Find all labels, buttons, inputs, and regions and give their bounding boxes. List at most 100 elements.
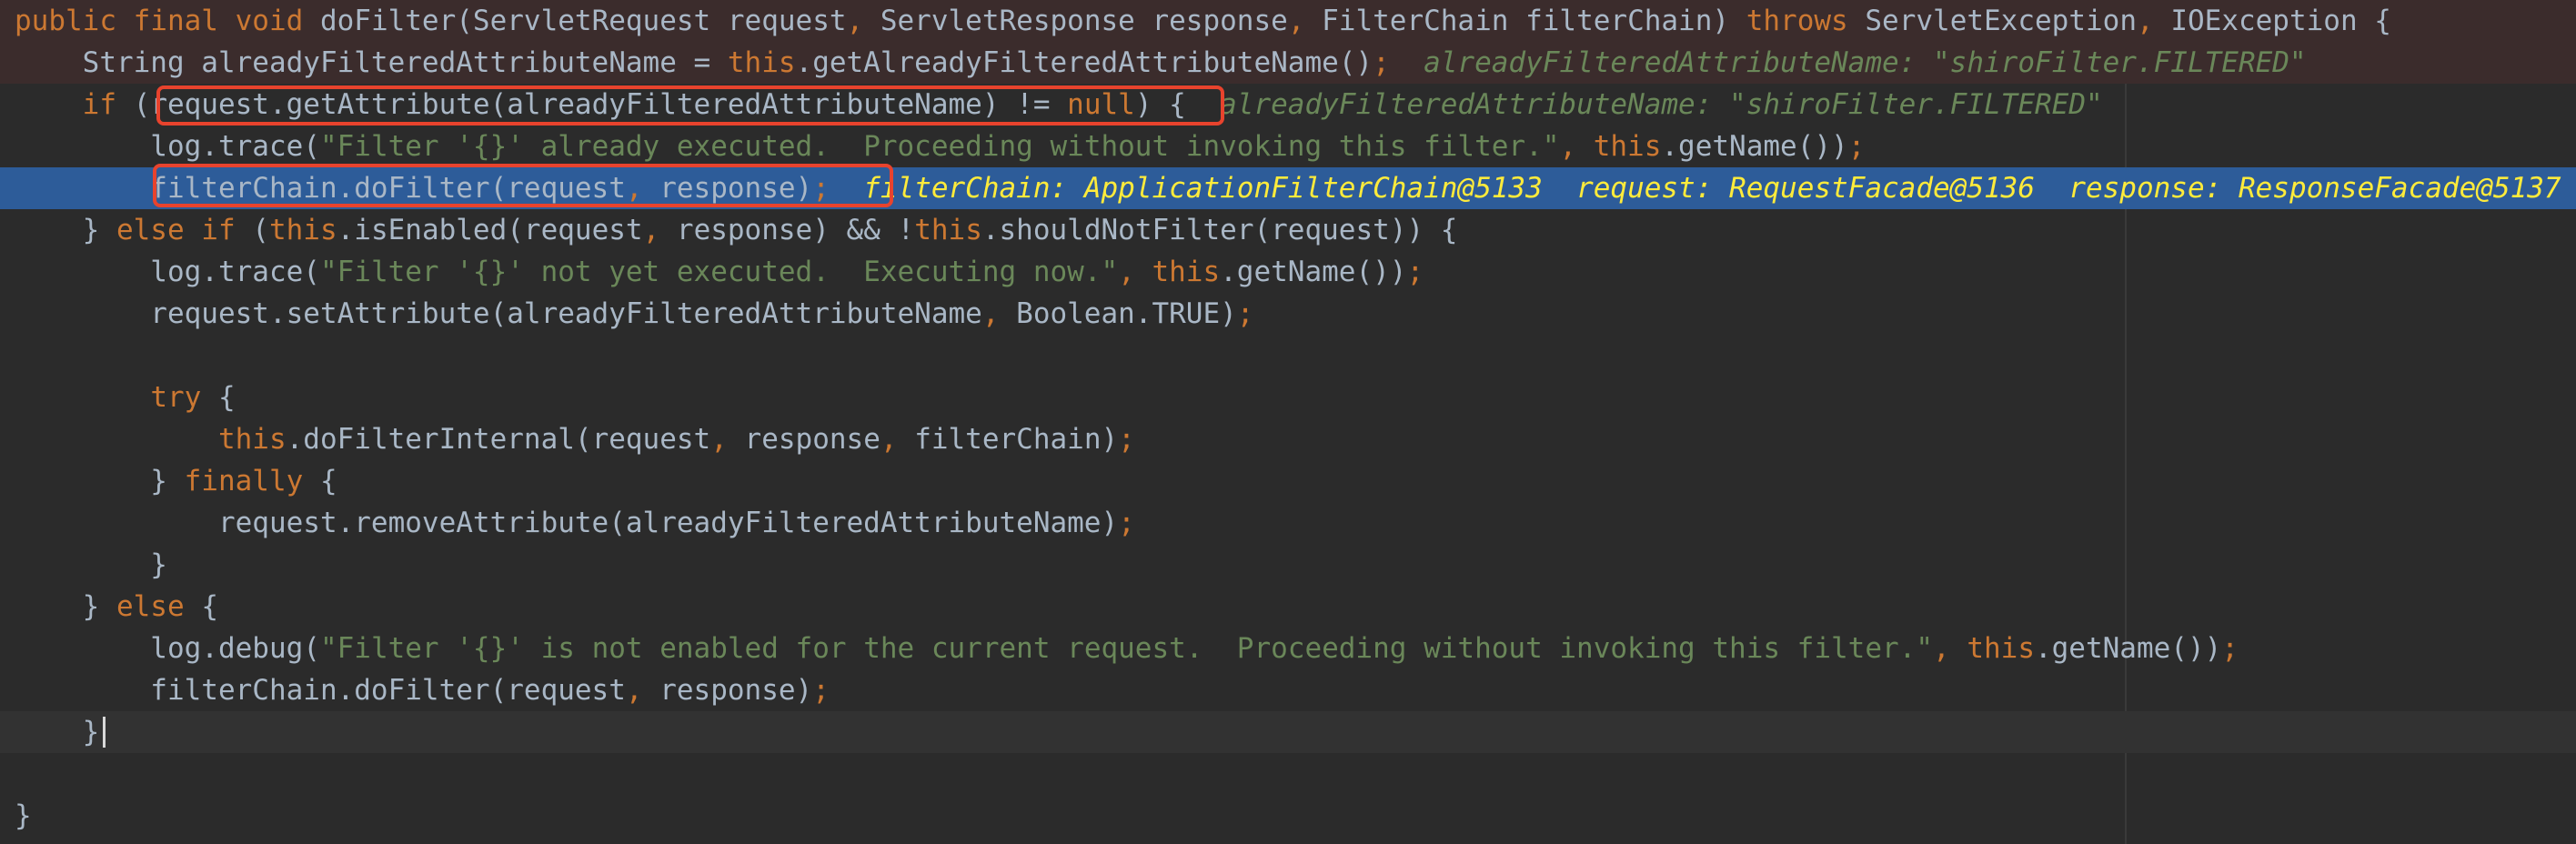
code-text[interactable]: log.trace("Filter '{}' not yet executed.… xyxy=(15,251,1424,293)
code-token: FilterChain filterChain) xyxy=(1322,5,1746,37)
inline-debug-value: alreadyFilteredAttributeName: "shiroFilt… xyxy=(1185,88,2103,121)
code-token: log.trace( xyxy=(15,130,320,163)
code-text[interactable]: String alreadyFilteredAttributeName = th… xyxy=(15,42,2307,84)
inline-debug-value: alreadyFilteredAttributeName: "shiroFilt… xyxy=(1389,46,2307,79)
code-token: , xyxy=(1118,256,1152,288)
code-token: this xyxy=(1593,130,1662,163)
code-token: , xyxy=(2137,5,2171,37)
code-token: , xyxy=(642,214,677,246)
code-token: response) xyxy=(659,674,813,707)
code-text[interactable]: } xyxy=(15,795,32,837)
code-line-execution-point[interactable]: filterChain.doFilter(request, response);… xyxy=(0,167,2576,209)
code-line-finally[interactable]: } finally { xyxy=(0,460,2576,502)
code-text[interactable]: log.debug("Filter '{}' is not enabled fo… xyxy=(15,628,2239,669)
code-token: ; xyxy=(812,674,830,707)
code-text[interactable]: request.setAttribute(alreadyFilteredAttr… xyxy=(15,293,1253,335)
code-line-else[interactable]: } else { xyxy=(0,586,2576,628)
code-text[interactable]: } else { xyxy=(15,586,218,628)
text-cursor xyxy=(103,717,106,748)
code-token: ) { xyxy=(1134,88,1186,121)
code-token: "Filter '{}' is not enabled for the curr… xyxy=(319,632,1933,665)
code-text[interactable]: log.trace("Filter '{}' already executed.… xyxy=(15,126,1865,167)
code-line-try[interactable]: try { xyxy=(0,377,2576,418)
code-token: } xyxy=(15,590,116,623)
code-token: public final void xyxy=(15,5,320,37)
code-editor[interactable]: public final void doFilter(ServletReques… xyxy=(0,0,2576,844)
code-line-if-condition[interactable]: if (request.getAttribute(alreadyFiltered… xyxy=(0,84,2576,126)
code-line-log-trace-2[interactable]: log.trace("Filter '{}' not yet executed.… xyxy=(0,251,2576,293)
code-token: ; xyxy=(812,172,830,205)
code-token: , xyxy=(1559,130,1594,163)
inline-debug-value: filterChain: ApplicationFilterChain@5133… xyxy=(829,172,2561,205)
code-token: response) xyxy=(659,172,813,205)
code-token: try xyxy=(150,381,218,414)
code-line-blank-2[interactable] xyxy=(0,753,2576,795)
code-token: { xyxy=(217,381,236,414)
code-line-log-debug[interactable]: log.debug("Filter '{}' is not enabled fo… xyxy=(0,628,2576,669)
code-token: ; xyxy=(1118,507,1135,539)
code-token: finally xyxy=(184,465,320,497)
code-line-set-attribute[interactable]: request.setAttribute(alreadyFilteredAttr… xyxy=(0,293,2576,335)
code-token: , xyxy=(880,423,915,456)
code-text[interactable]: filterChain.doFilter(request, response);… xyxy=(15,167,2561,209)
code-token: "Filter '{}' already executed. Proceedin… xyxy=(319,130,1560,163)
code-token: } xyxy=(15,214,116,246)
code-text[interactable]: } xyxy=(15,544,167,586)
code-token: throws xyxy=(1746,5,1866,37)
code-token: request.setAttribute(alreadyFilteredAttr… xyxy=(15,297,982,330)
code-line-else-if[interactable]: } else if (this.isEnabled(request, respo… xyxy=(0,209,2576,251)
code-token: log.debug( xyxy=(15,632,320,665)
code-token: , xyxy=(1287,5,1323,37)
code-line-log-trace[interactable]: log.trace("Filter '{}' already executed.… xyxy=(0,126,2576,167)
code-line-remove-attribute[interactable]: request.removeAttribute(alreadyFilteredA… xyxy=(0,502,2576,544)
code-text[interactable]: public final void doFilter(ServletReques… xyxy=(15,0,2391,42)
code-token: , xyxy=(846,5,880,37)
code-line-method-signature[interactable]: public final void doFilter(ServletReques… xyxy=(0,0,2576,42)
code-token: request.removeAttribute(alreadyFilteredA… xyxy=(15,507,1119,539)
code-token: .getName()) xyxy=(1661,130,1848,163)
code-token: null xyxy=(1067,88,1135,121)
code-token: Boolean.TRUE) xyxy=(1016,297,1237,330)
code-token: ( xyxy=(252,214,269,246)
code-token: .getName()) xyxy=(1220,256,1407,288)
code-token: if xyxy=(82,88,134,121)
code-token: ServletException xyxy=(1865,5,2137,37)
code-token: IOException { xyxy=(2170,5,2391,37)
code-text[interactable]: if (request.getAttribute(alreadyFiltered… xyxy=(15,84,2103,126)
code-token: this xyxy=(1152,256,1221,288)
code-token: this xyxy=(914,214,982,246)
code-line-breakpoint[interactable]: String alreadyFilteredAttributeName = th… xyxy=(0,42,2576,84)
code-token: this xyxy=(268,214,337,246)
code-text[interactable]: } else if (this.isEnabled(request, respo… xyxy=(15,209,1458,251)
code-token: , xyxy=(981,297,1017,330)
code-token: this xyxy=(1967,632,2035,665)
code-token: } xyxy=(15,548,167,581)
code-token: } xyxy=(15,716,100,749)
code-line-method-close[interactable]: } xyxy=(0,795,2576,837)
code-token: filterChain) xyxy=(914,423,1119,456)
code-token: , xyxy=(710,423,745,456)
code-text[interactable]: this.doFilterInternal(request, response,… xyxy=(15,418,1135,460)
code-line-do-filter-internal[interactable]: this.doFilterInternal(request, response,… xyxy=(0,418,2576,460)
code-line-do-filter-else[interactable]: filterChain.doFilter(request, response); xyxy=(0,669,2576,711)
code-line-close-finally[interactable]: } xyxy=(0,544,2576,586)
code-token: String alreadyFilteredAttributeName = xyxy=(15,46,728,79)
code-token: ; xyxy=(1118,423,1135,456)
code-token: .isEnabled(request xyxy=(337,214,643,246)
code-line-blank[interactable] xyxy=(0,335,2576,377)
code-token: filterChain.doFilter(request xyxy=(15,172,626,205)
code-text[interactable]: } xyxy=(15,711,100,753)
code-token: log.trace( xyxy=(15,256,320,288)
code-token: ; xyxy=(1847,130,1866,163)
code-text[interactable]: request.removeAttribute(alreadyFilteredA… xyxy=(15,502,1135,544)
code-text[interactable]: } finally { xyxy=(15,460,337,502)
code-token: { xyxy=(201,590,218,623)
code-line-caret[interactable]: } xyxy=(0,711,2576,753)
code-text[interactable]: filterChain.doFilter(request, response); xyxy=(15,669,830,711)
code-text[interactable]: try { xyxy=(15,377,236,418)
code-token: doFilter(ServletRequest request xyxy=(319,5,847,37)
code-token: .shouldNotFilter(request)) { xyxy=(981,214,1458,246)
code-token: response) && ! xyxy=(676,214,915,246)
